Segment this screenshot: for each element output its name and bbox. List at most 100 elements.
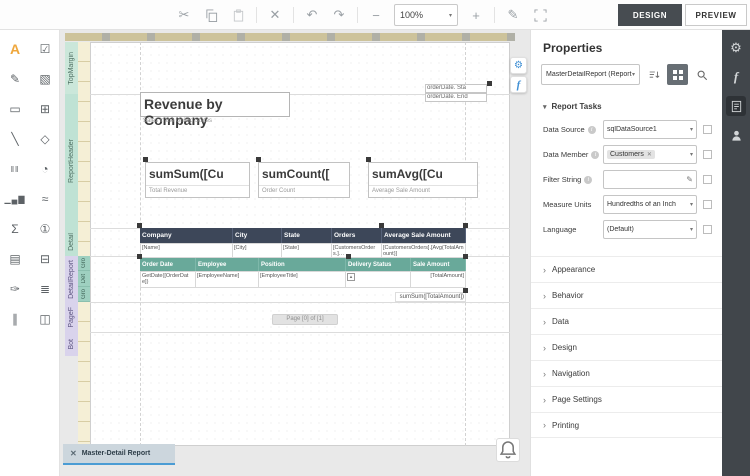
- section-behavior[interactable]: ›Behavior: [531, 282, 722, 308]
- toolbox-item-signature[interactable]: ✑: [3, 277, 27, 301]
- field-city[interactable]: [City]: [233, 243, 282, 258]
- preview-tab-button[interactable]: PREVIEW: [685, 4, 747, 26]
- fullscreen-icon[interactable]: [531, 6, 549, 24]
- data-member-dropdown[interactable]: Customers ✕ ▾: [603, 145, 697, 164]
- paste-icon[interactable]: [229, 6, 247, 24]
- column-header-city[interactable]: City: [233, 228, 282, 243]
- band-page-footer[interactable]: PageF: [65, 302, 78, 332]
- expressions-icon[interactable]: f: [510, 76, 527, 93]
- section-page-settings[interactable]: ›Page Settings: [531, 386, 722, 412]
- toolbox-item-label[interactable]: A: [3, 37, 27, 61]
- language-dropdown[interactable]: (Default) ▾: [603, 220, 697, 239]
- band-detail[interactable]: Detail: [65, 228, 78, 256]
- toolbox-item-subreport[interactable]: ▤: [3, 247, 27, 271]
- band-report-header[interactable]: ReportHeader: [65, 94, 78, 228]
- column-header-orders[interactable]: Orders: [332, 228, 382, 243]
- toolbox-item-check-box[interactable]: ☑: [33, 37, 57, 61]
- master-table-header-row[interactable]: Company City State Orders Average Sale A…: [140, 228, 466, 243]
- toolbox-item-sparkline[interactable]: ≈: [33, 187, 57, 211]
- measure-units-dropdown[interactable]: Hundredths of an Inch ▾: [603, 195, 697, 214]
- toolbox-item-rich-text[interactable]: ✎: [3, 67, 27, 91]
- toolbox-item-table-of-contents[interactable]: ≣: [33, 277, 57, 301]
- toolbox-item-cross-band-box[interactable]: ◫: [33, 307, 57, 331]
- zoom-out-button[interactable]: −: [367, 6, 385, 24]
- subband-detail[interactable]: Det: [78, 271, 90, 287]
- smart-tag-handle[interactable]: [463, 223, 468, 228]
- edit-pencil-icon[interactable]: ✎: [686, 175, 693, 184]
- smart-tag-handle[interactable]: [137, 223, 142, 228]
- toolbox-item-picture-box[interactable]: ▧: [33, 67, 57, 91]
- section-data[interactable]: ›Data: [531, 308, 722, 334]
- column-header-order-date[interactable]: Order Date: [140, 258, 196, 271]
- group-footer-sum-label[interactable]: sumSum([TotalAmount]): [395, 292, 466, 302]
- section-navigation[interactable]: ›Navigation: [531, 360, 722, 386]
- column-header-sale-amount[interactable]: Sale Amount: [411, 258, 466, 271]
- info-icon[interactable]: i: [584, 176, 592, 184]
- vertical-ruler[interactable]: [78, 42, 90, 446]
- expression-checkbox[interactable]: [703, 150, 712, 159]
- band-bottom-margin[interactable]: Bot: [65, 332, 78, 356]
- column-header-delivery-status[interactable]: Delivery Status: [346, 258, 411, 271]
- param-order-date-end[interactable]: orderDate. End: [425, 93, 487, 102]
- report-title-label[interactable]: Revenue by Company: [140, 92, 290, 117]
- close-icon[interactable]: ✕: [70, 449, 77, 458]
- toolbox-item-barcode[interactable]: ‖‖: [3, 157, 27, 181]
- delete-icon[interactable]: ✕: [266, 6, 284, 24]
- param-order-date-start[interactable]: orderDate. Sta: [425, 84, 487, 93]
- notifications-button[interactable]: [496, 438, 520, 462]
- horizontal-ruler[interactable]: [65, 33, 515, 41]
- selected-element-dropdown[interactable]: MasterDetailReport (Report) ▾: [541, 64, 640, 85]
- report-explorer-icon[interactable]: [726, 96, 746, 116]
- master-table-data-row[interactable]: [Name] [City] [State] [CustomersOrders.]…: [140, 243, 466, 258]
- toolbox-item-gauge[interactable]: ◔: [33, 157, 57, 181]
- field-average-sale[interactable]: [CustomersOrders].[Avg(TotalAmount)]: [382, 243, 466, 258]
- field-employee-title[interactable]: [EmployeeTitle]: [259, 271, 346, 288]
- gear-icon[interactable]: ⚙: [726, 38, 746, 58]
- column-header-state[interactable]: State: [282, 228, 332, 243]
- smart-tag-handle[interactable]: [463, 254, 468, 259]
- subband-group-header[interactable]: Gro: [78, 256, 90, 271]
- smart-tag-handle[interactable]: [463, 288, 468, 293]
- band-top-margin[interactable]: TopMargin: [65, 42, 78, 94]
- toolbox-item-page-break[interactable]: ⊟: [33, 247, 57, 271]
- field-orders[interactable]: [CustomersOrders.]…: [332, 243, 382, 258]
- band-detail-report[interactable]: DetailReport: [65, 256, 78, 302]
- smart-tag-handle[interactable]: [379, 223, 384, 228]
- toolbox-item-chart[interactable]: ▁▄▇: [3, 187, 27, 211]
- column-header-company[interactable]: Company: [140, 228, 233, 243]
- section-printing[interactable]: ›Printing: [531, 412, 722, 438]
- summary-average-sale[interactable]: sumAvg([Cu Average Sale Amount: [368, 162, 478, 198]
- toolbox-item-shape[interactable]: ◇: [33, 127, 57, 151]
- column-header-employee[interactable]: Employee: [196, 258, 259, 271]
- smart-tag-handle[interactable]: [256, 157, 261, 162]
- undo-icon[interactable]: ↶: [303, 6, 321, 24]
- column-header-position[interactable]: Position: [259, 258, 346, 271]
- sort-icon[interactable]: [643, 64, 664, 85]
- section-report-tasks[interactable]: ▾ Report Tasks: [531, 95, 722, 117]
- toolbox-item-line[interactable]: ╲: [3, 127, 27, 151]
- copy-icon[interactable]: [202, 6, 220, 24]
- smart-tag-handle[interactable]: [366, 157, 371, 162]
- detail-table-header-row[interactable]: Order Date Employee Position Delivery St…: [140, 258, 466, 271]
- smart-tag-handle[interactable]: [487, 81, 492, 86]
- section-appearance[interactable]: ›Appearance: [531, 256, 722, 282]
- smart-tag-handle[interactable]: [143, 157, 148, 162]
- field-state[interactable]: [State]: [282, 243, 332, 258]
- zoom-select[interactable]: 100% ▾: [394, 4, 458, 26]
- gear-icon[interactable]: ⚙: [510, 57, 527, 74]
- report-subtitle-label[interactable]: Sales in the United States: [140, 118, 290, 128]
- expression-checkbox[interactable]: [703, 175, 712, 184]
- section-design[interactable]: ›Design: [531, 334, 722, 360]
- summary-order-count[interactable]: sumCount([ Order Count: [258, 162, 350, 198]
- validate-bindings-icon[interactable]: ✎: [504, 6, 522, 24]
- summary-total-revenue[interactable]: sumSum([Cu Total Revenue: [145, 162, 250, 198]
- document-tab[interactable]: ✕ Master-Detail Report: [63, 444, 175, 465]
- grid-view-icon[interactable]: [667, 64, 688, 85]
- expression-checkbox[interactable]: [703, 200, 712, 209]
- toolbox-item-page-info[interactable]: ①: [33, 217, 57, 241]
- user-icon[interactable]: [726, 125, 746, 145]
- data-source-dropdown[interactable]: sqlDataSource1 ▾: [603, 120, 697, 139]
- field-employee-name[interactable]: [EmployeeName]: [196, 271, 259, 288]
- expression-checkbox[interactable]: [703, 225, 712, 234]
- field-order-date[interactable]: GetDate([OrderDate]): [140, 271, 196, 288]
